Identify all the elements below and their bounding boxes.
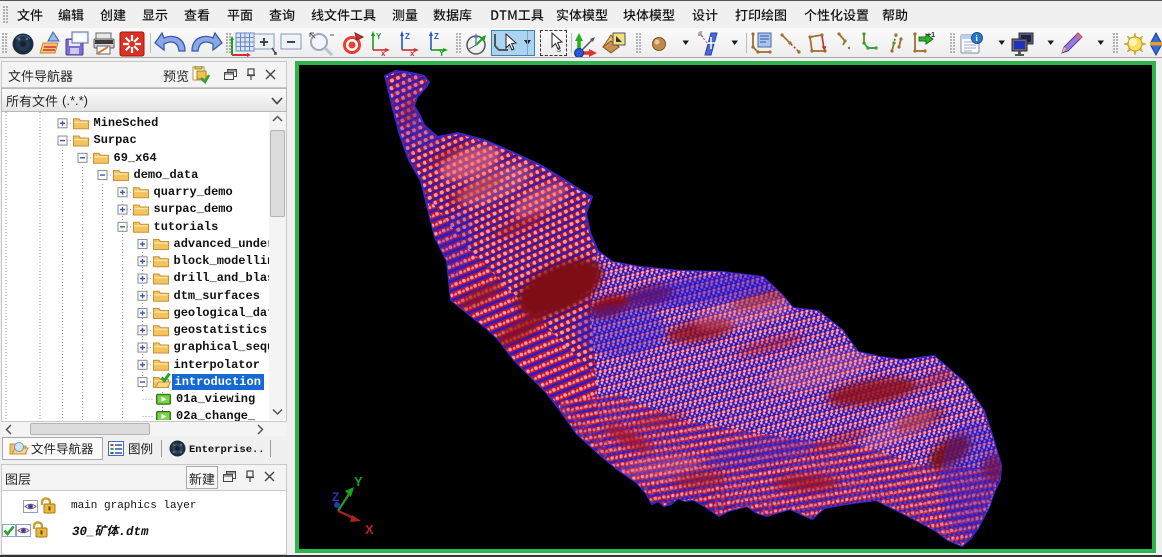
svg-text:X: X <box>365 522 374 537</box>
svg-text:Z: Z <box>332 490 339 504</box>
svg-text:Y: Y <box>354 474 363 489</box>
